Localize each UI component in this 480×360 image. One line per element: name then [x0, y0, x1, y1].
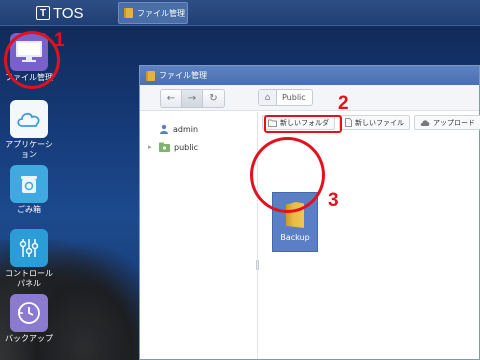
file-outline-icon — [345, 118, 352, 127]
window-title: ファイル管理 — [159, 71, 207, 80]
arrow-left-icon: ← — [166, 93, 176, 104]
tos-logo-text: TOS — [53, 4, 84, 22]
file-manager-window: ファイル管理 ← → ↻ ⌂ Public admin ▸ public 新しい… — [139, 65, 480, 360]
desktop-icon-backup[interactable]: バックアップ — [3, 294, 55, 344]
app-center-icon — [10, 100, 48, 138]
tree-item-label: admin — [173, 124, 199, 134]
annotation-circle-3 — [250, 137, 325, 213]
control-panel-icon — [10, 229, 48, 267]
folder-icon — [124, 8, 133, 18]
arrow-right-icon: → — [187, 93, 197, 104]
home-icon[interactable]: ⌂ — [259, 90, 277, 105]
shared-folder-icon — [159, 142, 170, 152]
tree-item-public[interactable]: ▸ public — [148, 142, 198, 152]
tos-logo-mark: T — [36, 6, 50, 20]
tos-logo[interactable]: T TOS — [36, 4, 84, 22]
taskbar-item-label: ファイル管理 — [137, 8, 185, 18]
file-item-label: Backup — [280, 233, 310, 242]
upload-label: アップロード — [433, 118, 475, 127]
user-icon — [160, 124, 168, 134]
new-file-button[interactable]: 新しいファイル — [339, 115, 410, 130]
cloud-upload-icon — [420, 119, 430, 126]
annotation-step-3: 3 — [328, 190, 339, 211]
chevron-right-icon[interactable]: ▸ — [148, 143, 155, 151]
refresh-icon: ↻ — [209, 93, 218, 104]
taskbar: T TOS ファイル管理 — [0, 0, 480, 26]
tree-item-admin[interactable]: admin — [148, 124, 198, 134]
tree-item-label: public — [174, 142, 199, 152]
desktop-icon-label: コントロールパネル — [5, 269, 53, 288]
sidebar-resize-handle[interactable] — [256, 260, 259, 270]
desktop-icon-control-panel[interactable]: コントロールパネル — [3, 229, 55, 289]
backup-icon — [10, 294, 48, 332]
breadcrumb-item-public[interactable]: Public — [277, 93, 312, 102]
taskbar-item-file-manager[interactable]: ファイル管理 — [118, 2, 188, 24]
trash-icon — [10, 165, 48, 203]
forward-button[interactable]: → — [182, 90, 203, 107]
annotation-circle-1 — [4, 31, 60, 89]
folder-tree: admin ▸ public — [140, 112, 258, 359]
desktop-icon-label: バックアップ — [5, 334, 53, 343]
refresh-button[interactable]: ↻ — [203, 90, 224, 107]
new-file-label: 新しいファイル — [355, 118, 404, 127]
desktop-icon-label: ごみ箱 — [17, 205, 41, 214]
desktop-icon-trash[interactable]: ごみ箱 — [3, 165, 55, 215]
desktop-icon-label: アプリケーション — [5, 140, 53, 159]
desktop-icon-applications[interactable]: アプリケーション — [3, 100, 55, 160]
window-toolbar: ← → ↻ ⌂ Public — [140, 85, 479, 111]
upload-button[interactable]: アップロード — [414, 115, 480, 130]
annotation-box-2 — [264, 115, 342, 133]
back-button[interactable]: ← — [161, 90, 182, 107]
window-titlebar[interactable]: ファイル管理 — [140, 66, 479, 85]
folder-icon — [146, 70, 155, 81]
navigation-buttons: ← → ↻ — [160, 89, 225, 108]
annotation-step-2: 2 — [338, 93, 349, 114]
annotation-step-1: 1 — [54, 30, 65, 51]
breadcrumb: ⌂ Public — [258, 89, 313, 106]
